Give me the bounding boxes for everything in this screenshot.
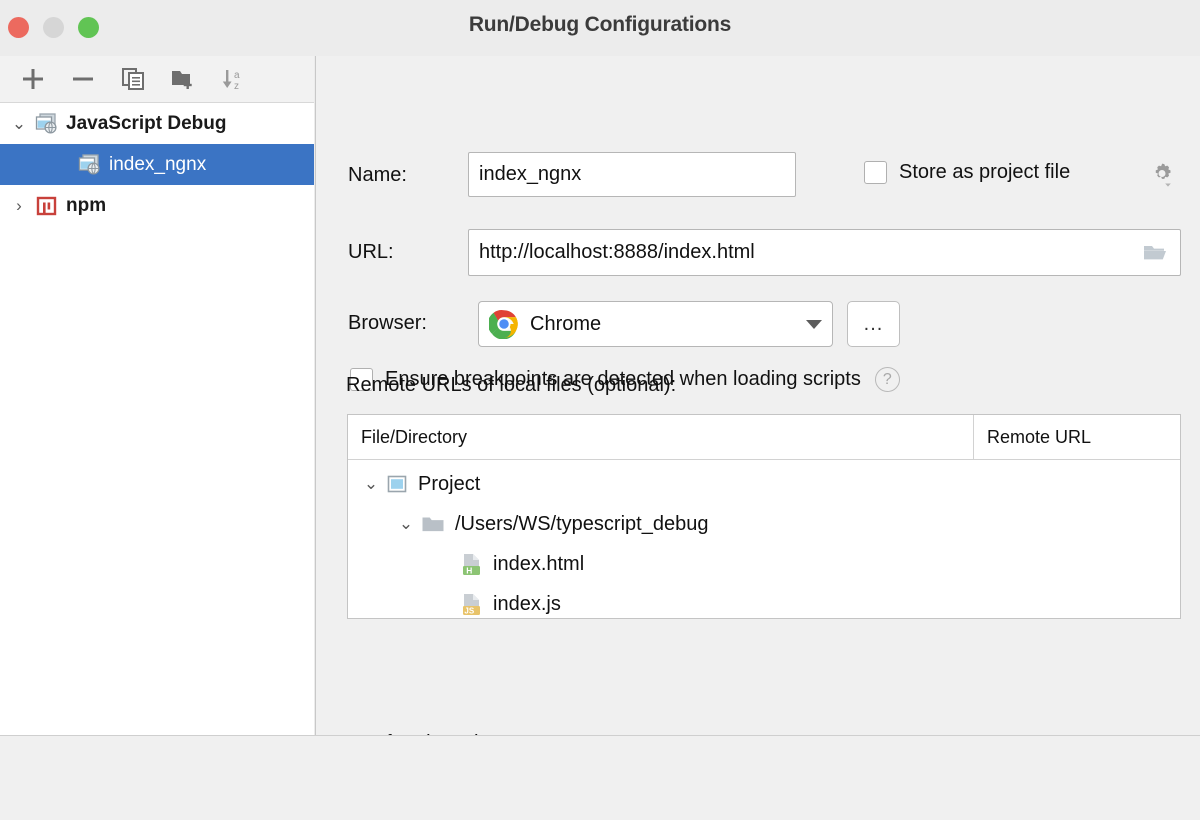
js-file-icon: JS [460,592,483,616]
dialog-title: Run/Debug Configurations [0,13,1200,37]
gear-icon [1148,159,1176,189]
name-input-value: index_ngnx [479,163,581,186]
html-file-icon: H [460,552,483,576]
url-input-value: http://localhost:8888/index.html [479,241,755,264]
table-body: ⌄ Project ⌄ /Users/WS/typescript_debug [348,460,1180,624]
chevron-down-icon[interactable]: ⌄ [4,115,34,132]
javascript-debug-icon [77,152,102,177]
tree-item-npm[interactable]: › npm [0,185,314,226]
url-label: URL: [348,241,394,264]
add-configuration-button[interactable] [8,59,58,99]
svg-text:H: H [466,565,472,575]
configurations-tree: ⌄ JavaScript Debug [0,103,314,735]
store-as-project-file-row[interactable]: Store as project file [864,161,1070,184]
browser-label: Browser: [348,312,427,335]
chevron-down-icon[interactable]: ⌄ [356,474,386,494]
chrome-icon [489,309,519,339]
tree-item-label: npm [66,195,106,217]
table-row-label: Project [418,473,480,496]
browser-select[interactable]: Chrome [478,301,833,347]
table-row-label: index.html [493,553,584,576]
sort-alphabetically-icon: a z [220,66,246,92]
npm-icon [34,193,59,218]
name-input[interactable]: index_ngnx [468,152,796,197]
project-icon [386,473,408,495]
table-row[interactable]: ⌄ /Users/WS/typescript_debug [348,504,1180,544]
chevron-down-icon [806,320,822,329]
tree-item-index-ngnx[interactable]: index_ngnx [0,144,314,185]
tree-item-label: index_ngnx [109,154,206,176]
store-as-project-file-label: Store as project file [899,161,1070,184]
browse-url-button[interactable] [1142,241,1170,265]
folder-open-icon [1142,241,1170,265]
configurations-panel: a z ⌄ JavaScript Debug [0,56,314,735]
tree-item-label: JavaScript Debug [66,113,227,135]
ensure-breakpoints-help-button[interactable]: ? [875,367,900,392]
table-row[interactable]: H index.html [348,544,1180,584]
svg-text:JS: JS [464,606,474,615]
url-input[interactable]: http://localhost:8888/index.html [468,229,1181,276]
folder-icon [421,514,445,534]
table-header: File/Directory Remote URL [348,415,1180,460]
dialog-footer: ? Cancel Apply OK [0,736,1200,820]
table-row-label: /Users/WS/typescript_debug [455,513,708,536]
configuration-form: Name: index_ngnx Store as project file U… [316,56,1200,735]
remote-urls-label: Remote URLs of local files (optional): [346,374,676,397]
configurations-toolbar: a z [0,56,314,103]
chevron-right-icon[interactable]: › [4,197,34,214]
new-folder-button[interactable] [158,59,208,99]
store-as-project-file-checkbox[interactable] [864,161,887,184]
name-label: Name: [348,164,407,187]
chevron-down-icon[interactable]: ⌄ [391,514,421,534]
help-icon: ? [875,367,900,392]
tree-item-javascript-debug[interactable]: ⌄ JavaScript Debug [0,103,314,144]
javascript-debug-icon [34,111,59,136]
browser-more-button[interactable]: ... [847,301,900,347]
sort-configurations-button[interactable]: a z [208,59,258,99]
copy-configuration-button[interactable] [108,59,158,99]
remote-urls-table: File/Directory Remote URL ⌄ Project ⌄ [347,414,1181,619]
store-as-project-file-settings-button[interactable] [1148,159,1176,189]
minus-icon [70,66,96,92]
new-folder-icon [170,66,196,92]
remove-configuration-button[interactable] [58,59,108,99]
svg-text:a: a [234,70,240,81]
copy-icon [120,66,146,92]
plus-icon [20,66,46,92]
svg-text:z: z [234,81,239,92]
column-header-file-directory[interactable]: File/Directory [348,415,974,459]
column-header-remote-url[interactable]: Remote URL [974,415,1180,459]
table-row[interactable]: ⌄ Project [348,464,1180,504]
title-bar: Run/Debug Configurations [0,0,1200,56]
table-row-label: index.js [493,593,561,616]
table-row[interactable]: JS index.js [348,584,1180,624]
browser-select-value: Chrome [530,313,601,336]
